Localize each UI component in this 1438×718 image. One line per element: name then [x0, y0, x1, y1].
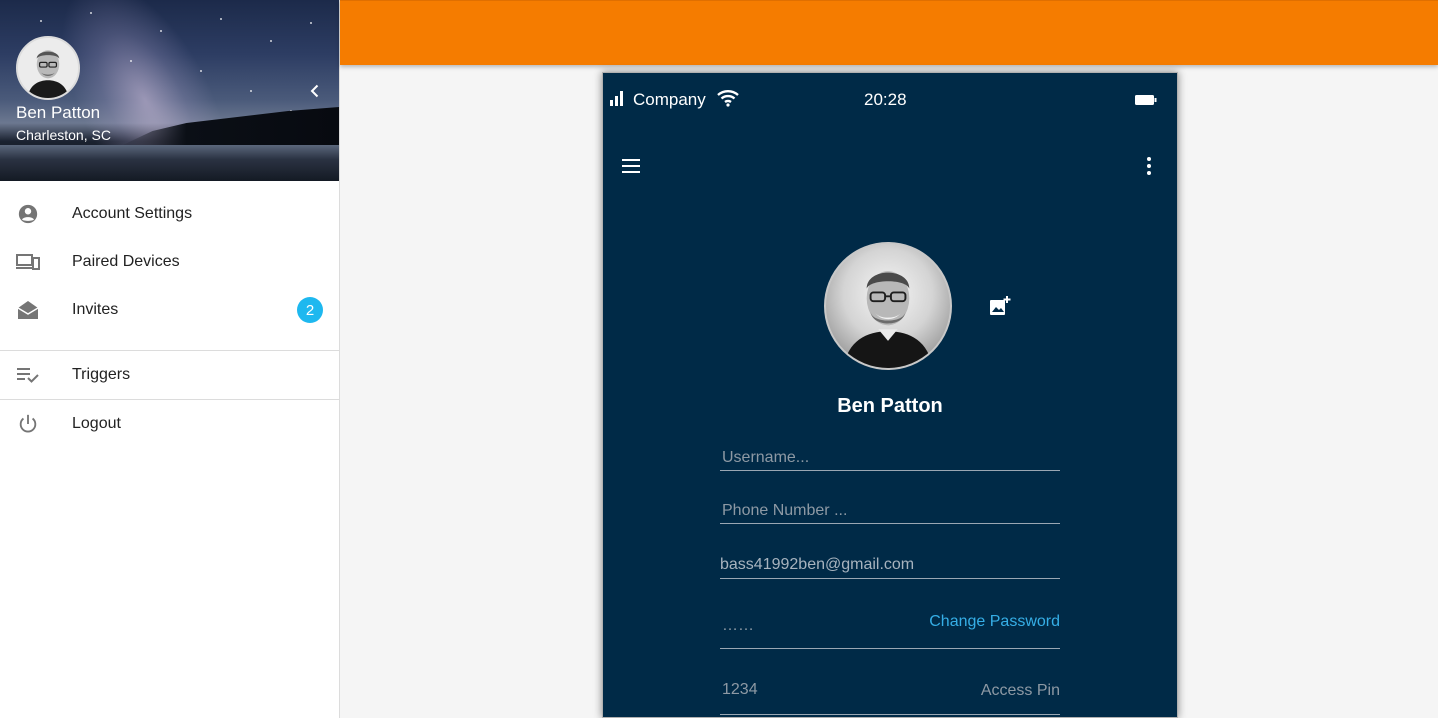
sidebar-item-invites[interactable]: Invites 2 — [0, 286, 339, 334]
carrier-name: Company — [633, 90, 706, 109]
sidebar-item-label: Invites — [72, 301, 119, 318]
user-photo-icon — [18, 38, 78, 98]
sidebar-item-triggers[interactable]: Triggers — [0, 351, 339, 399]
account-circle-icon — [16, 202, 40, 226]
sidebar-item-label: Paired Devices — [72, 253, 180, 270]
hamburger-icon[interactable] — [620, 155, 642, 177]
mail-open-icon — [16, 298, 40, 322]
password-mask[interactable]: …… — [722, 617, 754, 635]
invites-count-badge: 2 — [297, 297, 323, 323]
sidebar: Ben Patton Charleston, SC Account Settin… — [0, 0, 340, 718]
profile-name: Ben Patton — [16, 103, 101, 122]
app-top-bar — [340, 0, 1438, 65]
profile-location: Charleston, SC — [16, 127, 111, 143]
sidebar-item-label: Triggers — [72, 366, 131, 383]
phone-number-input[interactable] — [720, 502, 1060, 520]
phone-number-field[interactable] — [720, 502, 1060, 524]
battery-icon — [1135, 93, 1157, 105]
add-photo-icon[interactable] — [989, 295, 1011, 317]
sidebar-item-logout[interactable]: Logout — [0, 400, 339, 448]
pin-value[interactable]: 1234 — [722, 681, 758, 699]
signal-icon — [609, 90, 627, 106]
user-display-name: Ben Patton — [837, 395, 943, 417]
more-vert-icon[interactable] — [1139, 155, 1159, 177]
status-time: 20:28 — [864, 90, 907, 109]
change-password-link[interactable]: Change Password — [929, 613, 1060, 631]
access-pin-label: Access Pin — [980, 682, 1060, 699]
status-bar: Company 20:28 — [603, 73, 1177, 125]
wifi-icon — [717, 89, 739, 107]
email-value[interactable]: bass41992ben@gmail.com — [720, 556, 914, 574]
power-icon — [16, 412, 40, 436]
devices-icon — [16, 250, 40, 274]
profile-photo[interactable] — [824, 242, 952, 370]
sidebar-item-paired-devices[interactable]: Paired Devices — [0, 238, 339, 286]
email-field[interactable]: bass41992ben@gmail.com — [720, 551, 1060, 579]
username-input[interactable] — [720, 449, 1060, 467]
avatar[interactable] — [16, 36, 80, 100]
lake-reflection — [0, 145, 339, 181]
sidebar-item-account-settings[interactable]: Account Settings — [0, 190, 339, 238]
sidebar-item-label: Account Settings — [72, 205, 193, 222]
password-field[interactable]: …… Change Password — [720, 603, 1060, 649]
playlist-check-icon — [16, 363, 40, 387]
username-field[interactable] — [720, 449, 1060, 471]
sidebar-item-label: Logout — [72, 415, 121, 432]
phone-preview: Company 20:28 Ben Patton Username... Pho… — [602, 72, 1178, 718]
chevron-left-icon[interactable] — [306, 82, 324, 100]
user-photo-icon — [826, 244, 950, 368]
access-pin-field[interactable]: 1234 Access Pin — [720, 673, 1060, 715]
profile-header: Ben Patton Charleston, SC — [0, 0, 339, 181]
